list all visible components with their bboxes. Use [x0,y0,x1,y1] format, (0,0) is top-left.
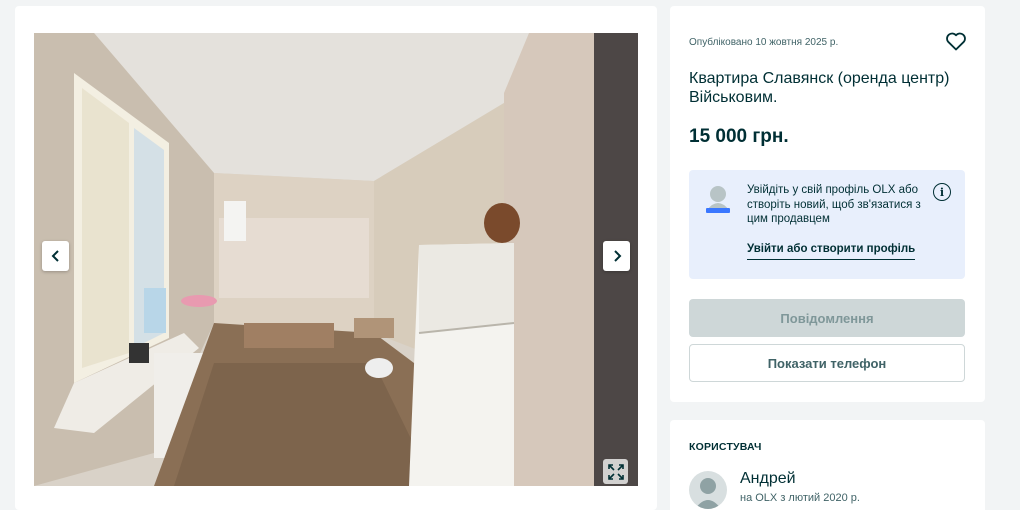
listing-photo[interactable] [34,33,638,486]
message-button[interactable]: Повідомлення [689,299,965,337]
fullscreen-button[interactable] [603,459,628,484]
next-photo-button[interactable] [603,241,630,271]
show-phone-button[interactable]: Показати телефон [689,344,965,382]
login-prompt: Увійдіть у свій профіль OLX або створіть… [689,170,965,279]
login-or-register-link[interactable]: Увійти або створити профіль [747,243,916,260]
login-prompt-text: Увійдіть у свій профіль OLX або створіть… [747,184,921,225]
chevron-right-icon [613,250,621,262]
profile-illustration-icon [706,186,730,213]
published-date: Опубліковано 10 жовтня 2025 р. [689,37,839,48]
prev-photo-button[interactable] [42,241,69,271]
listing-price: 15 000 грн. [689,126,789,147]
kitchen-photo-illustration [34,33,638,486]
favorite-button[interactable] [944,29,968,53]
seller-name[interactable]: Андрей [740,470,796,488]
listing-title: Квартира Славянск (оренда центр) Військо… [689,70,950,106]
photo-gallery [15,6,657,510]
info-icon[interactable]: i [933,183,951,201]
seller-since: на OLX з лютий 2020 р. [740,492,860,504]
user-avatar-icon [695,478,721,509]
seller-card: КОРИСТУВАЧ Андрей на OLX з лютий 2020 р. [670,420,985,510]
expand-icon [607,463,624,480]
seller-heading: КОРИСТУВАЧ [689,441,762,453]
avatar[interactable] [689,471,727,509]
listing-info-card: Опубліковано 10 жовтня 2025 р. Квартира … [670,6,985,402]
heart-icon [946,32,966,51]
chevron-left-icon [51,250,59,262]
